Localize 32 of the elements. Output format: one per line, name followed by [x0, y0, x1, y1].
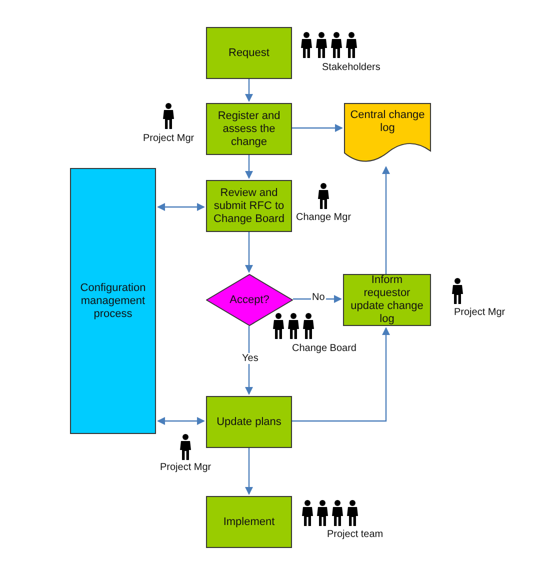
- process-box: Inform requestor update change log: [343, 274, 431, 326]
- role-label: Stakeholders: [322, 62, 380, 73]
- connector-arrow: [245, 79, 253, 102]
- node-label: Central change log: [349, 109, 426, 135]
- process-box: Request: [206, 27, 292, 79]
- process-box: Update plans: [206, 396, 292, 448]
- role-label: Project Mgr: [454, 307, 506, 318]
- role-label: Change Mgr: [296, 212, 352, 223]
- connector-arrow: [245, 155, 253, 179]
- process-box: Review and submit RFC to Change Board: [206, 180, 292, 232]
- role-label: Project Mgr: [160, 462, 212, 473]
- connector-arrow: [157, 203, 205, 211]
- edge-label: No: [311, 292, 326, 303]
- connector-arrow: [292, 124, 343, 132]
- connector-arrow: [157, 417, 205, 425]
- role-label: Change Board: [292, 343, 356, 354]
- people-icon: [301, 32, 357, 58]
- process-box: Implement: [206, 496, 292, 548]
- edge-label: Yes: [241, 353, 260, 364]
- people-icon: [302, 500, 358, 526]
- person-icon: [163, 103, 174, 129]
- person-icon: [318, 183, 329, 209]
- person-icon: [180, 434, 191, 460]
- role-label: Project team: [327, 529, 384, 540]
- node-label: Accept?: [230, 294, 270, 306]
- person-icon: [452, 278, 463, 304]
- connector-arrow: [245, 232, 253, 273]
- role-label: Project Mgr: [143, 133, 194, 144]
- people-icon: [273, 313, 314, 339]
- process-box: Register and assess the change: [206, 103, 292, 155]
- process-box: Configuration management process: [70, 168, 156, 434]
- connector-arrow: [245, 448, 253, 495]
